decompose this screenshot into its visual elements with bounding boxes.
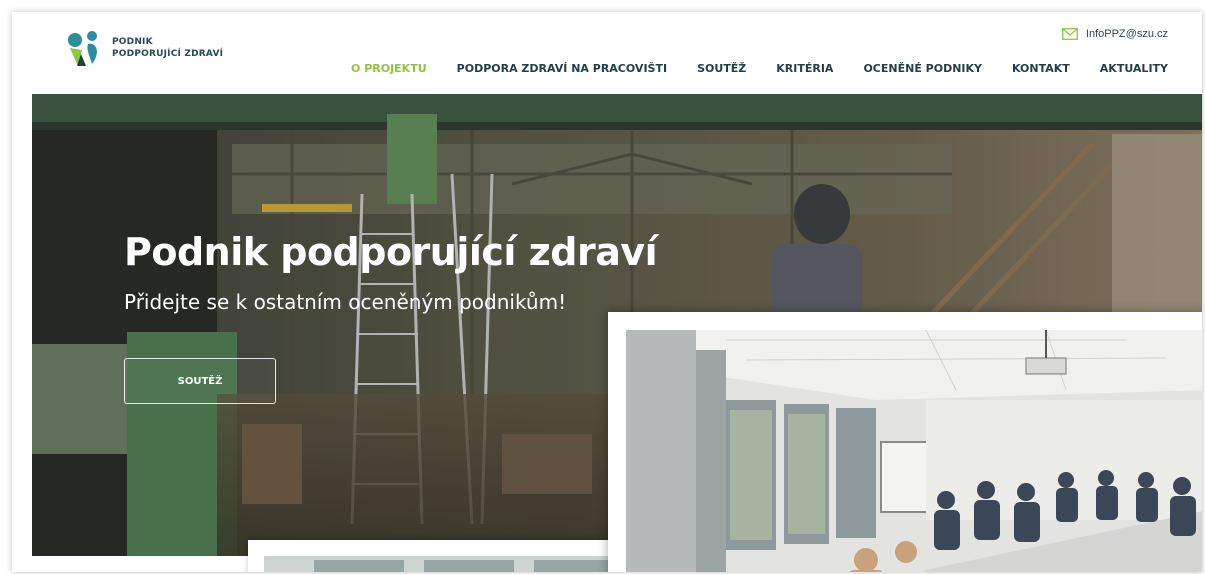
photo-card-primary (608, 312, 1202, 572)
site-header: PODNIK PODPORUJÍCÍ ZDRAVÍ InfoPPZ@szu.cz… (12, 12, 1202, 94)
page: PODNIK PODPORUJÍCÍ ZDRAVÍ InfoPPZ@szu.cz… (12, 12, 1202, 572)
nav-item-o-projektu[interactable]: O PROJEKTU (351, 62, 427, 75)
logo-line-2: PODPORUJÍCÍ ZDRAVÍ (112, 49, 224, 59)
contact-email-text[interactable]: InfoPPZ@szu.cz (1086, 28, 1168, 40)
main-nav: O PROJEKTU PODPORA ZDRAVÍ NA PRACOVIŠTI … (321, 62, 1168, 75)
nav-item-aktuality[interactable]: AKTUALITY (1100, 62, 1168, 75)
hero-subtitle: Přidejte se k ostatním oceněným podnikům… (124, 290, 567, 314)
office-window-photo (264, 556, 618, 572)
nav-item-ocenene-podniky[interactable]: OCENĚNÉ PODNIKY (863, 62, 982, 75)
nav-item-podpora-zdravi[interactable]: PODPORA ZDRAVÍ NA PRACOVIŠTI (457, 62, 667, 75)
nav-item-kontakt[interactable]: KONTAKT (1012, 62, 1070, 75)
hero-title: Podnik podporující zdraví (124, 230, 658, 274)
site-logo[interactable]: PODNIK PODPORUJÍCÍ ZDRAVÍ (64, 28, 223, 68)
envelope-icon (1062, 28, 1078, 40)
soutez-button[interactable]: SOUTĚŽ (124, 358, 276, 404)
contact-email[interactable]: InfoPPZ@szu.cz (1062, 28, 1168, 40)
photo-card-secondary (248, 540, 618, 572)
meeting-room-photo (626, 329, 1202, 572)
logo-figure-icon (68, 31, 97, 66)
nav-item-soutez[interactable]: SOUTĚŽ (697, 62, 746, 75)
logo-line-1: PODNIK (112, 37, 153, 47)
nav-item-kriteria[interactable]: KRITÉRIA (776, 62, 833, 75)
